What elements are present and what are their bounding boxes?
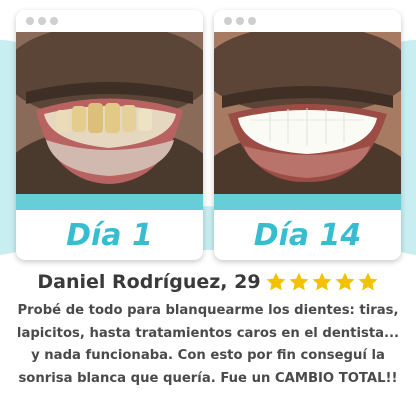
window-dot [26, 17, 34, 25]
window-dot [248, 17, 256, 25]
window-dot [236, 17, 244, 25]
star-rating [264, 271, 379, 293]
star-icon [358, 272, 378, 291]
accent-strip [16, 194, 203, 210]
after-card: Día 14 [214, 10, 401, 260]
reviewer-row: Daniel Rodríguez, 29 [0, 268, 416, 296]
star-icon [289, 272, 309, 291]
star-icon [266, 272, 286, 291]
before-card: Día 1 [16, 10, 203, 260]
day-label-before: Día 1 [66, 218, 153, 253]
before-smile-photo [16, 32, 203, 194]
review-line: y nada funcionaba. Con esto por fin cons… [31, 348, 385, 363]
review-line: Probé de todo para blanquearme los dient… [17, 303, 399, 318]
window-dot [224, 17, 232, 25]
reviewer-name: Daniel Rodríguez, 29 [37, 271, 261, 293]
window-dot [38, 17, 46, 25]
star-icon [335, 272, 355, 291]
review-line: lapicitos, hasta tratamientos caros en e… [16, 325, 400, 341]
review-text: Probé de todo para blanquearme los dient… [10, 300, 406, 390]
window-dot [50, 17, 58, 25]
day-label-after: Día 14 [253, 218, 362, 253]
review-line: sonrisa blanca que quería. Fue un CAMBIO… [18, 370, 398, 386]
window-bar [16, 10, 203, 32]
accent-strip [214, 194, 401, 210]
window-bar [214, 10, 401, 32]
after-smile-photo [214, 32, 401, 194]
star-icon [312, 272, 332, 291]
